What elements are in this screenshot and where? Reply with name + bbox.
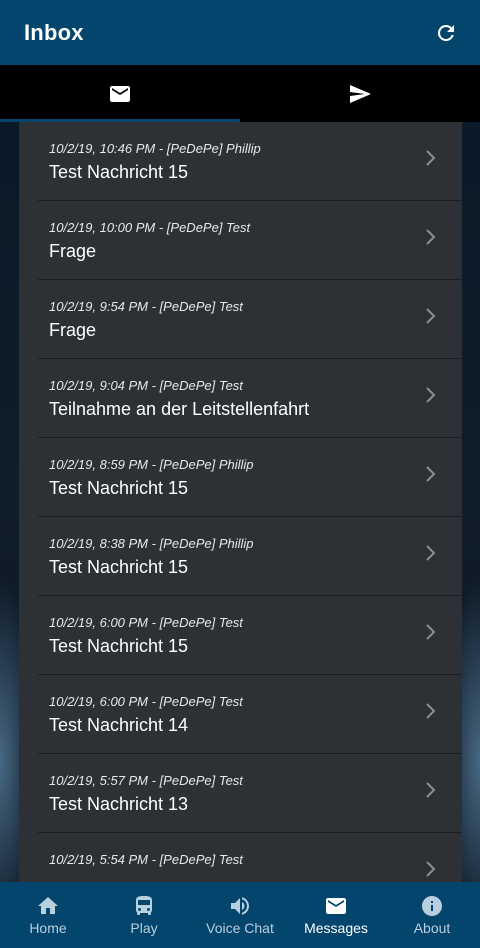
message-row[interactable]: 10/2/19, 8:59 PM - [PeDePe] Phillip Test … [38,438,462,517]
nav-about[interactable]: About [384,882,480,948]
message-meta: 10/2/19, 10:00 PM - [PeDePe] Test [49,220,251,235]
message-meta: 10/2/19, 8:59 PM - [PeDePe] Phillip [49,457,254,472]
mail-icon [110,85,130,102]
message-meta: 10/2/19, 9:04 PM - [PeDePe] Test [49,378,243,393]
message-subject: Test Nachricht 15 [49,162,189,182]
message-subject: Test Nachricht 14 [49,715,189,735]
nav-messages[interactable]: Messages [288,882,384,948]
chevron-right-icon [426,545,436,561]
chevron-right-icon [426,703,436,719]
home-icon [38,897,58,914]
message-row[interactable]: 10/2/19, 5:54 PM - [PeDePe] Test [38,833,462,882]
message-row[interactable]: 10/2/19, 10:00 PM - [PeDePe] Test Frage [38,201,462,280]
message-meta: 10/2/19, 8:38 PM - [PeDePe] Phillip [49,536,254,551]
chevron-right-icon [426,308,436,324]
message-row[interactable]: 10/2/19, 8:38 PM - [PeDePe] Phillip Test … [38,517,462,596]
chevron-right-icon [426,466,436,482]
mail-icon [326,898,346,914]
nav-play[interactable]: Play [96,882,192,948]
tab-sent[interactable] [240,65,480,122]
app-bar: Inbox [0,0,480,65]
nav-label: About [413,920,451,936]
tab-bar [0,65,480,122]
chevron-right-icon [426,861,436,877]
message-subject: Frage [49,241,97,261]
refresh-icon[interactable] [434,21,458,45]
message-meta: 10/2/19, 5:54 PM - [PeDePe] Test [49,852,243,867]
chevron-right-icon [426,229,436,245]
send-icon [350,84,371,103]
nav-voice-chat[interactable]: Voice Chat [192,882,288,948]
message-subject: Test Nachricht 15 [49,478,189,498]
message-subject: Teilnahme an der Leitstellenfahrt [49,399,310,419]
chevron-right-icon [426,782,436,798]
nav-label: Home [29,920,67,936]
nav-label: Messages [304,920,368,936]
message-meta: 10/2/19, 9:54 PM - [PeDePe] Test [49,299,243,314]
tab-inbox[interactable] [0,65,240,122]
message-meta: 10/2/19, 10:46 PM - [PeDePe] Phillip [49,141,261,156]
chevron-right-icon [426,624,436,640]
message-meta: 10/2/19, 5:57 PM - [PeDePe] Test [49,773,243,788]
speaker-icon [231,897,249,915]
chevron-right-icon [426,150,436,166]
page-title: Inbox [24,19,84,45]
message-subject: Test Nachricht 15 [49,557,189,577]
chevron-right-icon [426,387,436,403]
message-row[interactable]: 10/2/19, 6:00 PM - [PeDePe] Test Test Nac… [38,596,462,675]
message-row[interactable]: 10/2/19, 6:00 PM - [PeDePe] Test Test Nac… [38,675,462,754]
message-meta: 10/2/19, 6:00 PM - [PeDePe] Test [49,694,243,709]
info-icon [422,896,442,916]
bus-icon [136,896,152,915]
nav-label: Voice Chat [206,920,274,936]
bottom-navigation: Home Play Voice Chat Messages About [0,882,480,948]
nav-label: Play [130,920,158,936]
message-meta: 10/2/19, 6:00 PM - [PeDePe] Test [49,615,243,630]
nav-home[interactable]: Home [0,882,96,948]
message-list: 10/2/19, 10:46 PM - [PeDePe] Phillip Test… [19,122,462,882]
message-row[interactable]: 10/2/19, 9:54 PM - [PeDePe] Test Frage [38,280,462,359]
message-row[interactable]: 10/2/19, 10:46 PM - [PeDePe] Phillip Test… [38,122,462,201]
message-subject: Test Nachricht 13 [49,794,189,814]
message-subject: Test Nachricht 15 [49,636,189,656]
message-subject: Frage [49,320,97,340]
message-row[interactable]: 10/2/19, 9:04 PM - [PeDePe] Test Teilnahm… [38,359,462,438]
message-row[interactable]: 10/2/19, 5:57 PM - [PeDePe] Test Test Nac… [38,754,462,833]
